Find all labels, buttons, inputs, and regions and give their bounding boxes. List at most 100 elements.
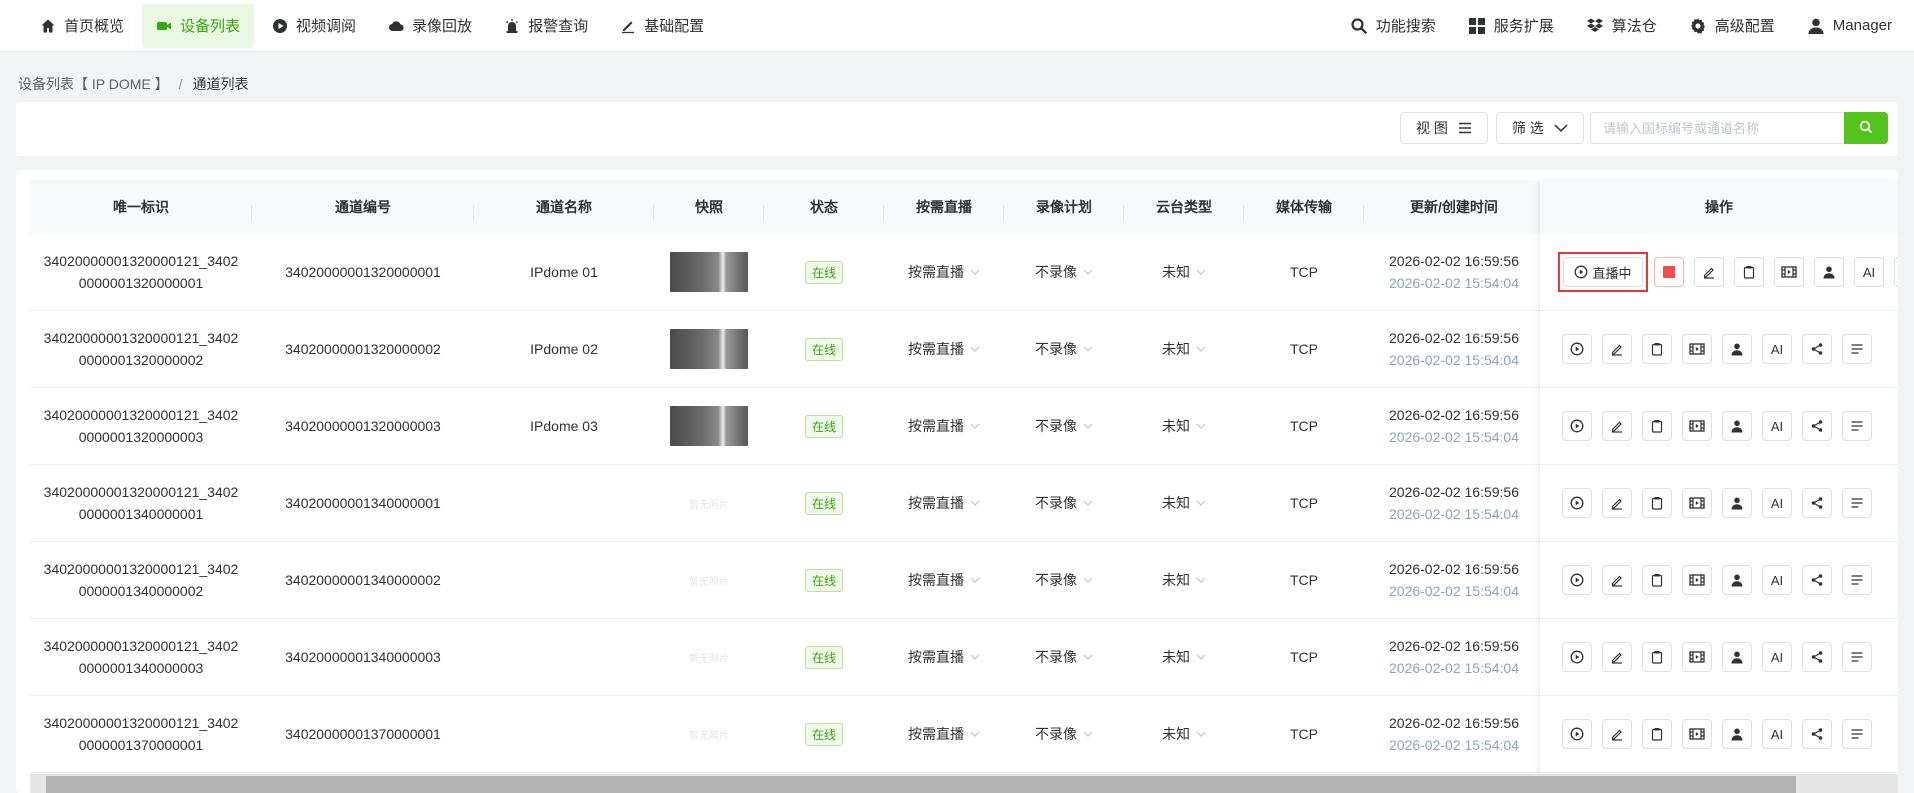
details-button[interactable]: [1642, 411, 1672, 441]
on-demand-live-select[interactable]: 按需直播: [908, 724, 980, 744]
search-input[interactable]: [1590, 112, 1844, 144]
ptz-type-select[interactable]: 未知: [1162, 416, 1206, 436]
details-button[interactable]: [1734, 257, 1764, 287]
ai-button[interactable]: AI: [1762, 565, 1792, 595]
share-button[interactable]: [1802, 334, 1832, 364]
list-button[interactable]: [1842, 642, 1872, 672]
on-demand-live-select[interactable]: 按需直播: [908, 416, 980, 436]
horizontal-scrollbar[interactable]: [30, 774, 1898, 793]
list-button[interactable]: [1842, 334, 1872, 364]
play-button[interactable]: [1562, 642, 1592, 672]
nav-item-2[interactable]: 视频调阅: [258, 4, 370, 48]
record-button[interactable]: [1682, 488, 1712, 518]
ptz-type-select[interactable]: 未知: [1162, 570, 1206, 590]
person-button[interactable]: [1722, 642, 1752, 672]
share-button[interactable]: [1802, 488, 1832, 518]
on-demand-live-select[interactable]: 按需直播: [908, 647, 980, 667]
utility-item-3[interactable]: 高级配置: [1673, 4, 1791, 48]
details-button[interactable]: [1642, 719, 1672, 749]
live-streaming-label: 直播中: [1592, 265, 1632, 281]
details-button[interactable]: [1642, 565, 1672, 595]
nav-item-5[interactable]: 基础配置: [606, 4, 718, 48]
live-streaming-button[interactable]: 直播中: [1563, 257, 1643, 287]
edit-button[interactable]: [1602, 411, 1632, 441]
person-button[interactable]: [1722, 411, 1752, 441]
edit-button[interactable]: [1602, 719, 1632, 749]
ptz-type-select[interactable]: 未知: [1162, 262, 1206, 282]
nav-item-1[interactable]: 设备列表: [142, 3, 255, 48]
person-button[interactable]: [1814, 257, 1844, 287]
share-button[interactable]: [1802, 411, 1832, 441]
ai-button[interactable]: AI: [1854, 257, 1884, 287]
ptz-type-select[interactable]: 未知: [1162, 647, 1206, 667]
record-button[interactable]: [1682, 411, 1712, 441]
search-button[interactable]: [1844, 112, 1888, 144]
snapshot-image[interactable]: [670, 406, 748, 446]
record-plan-select[interactable]: 不录像: [1035, 724, 1093, 744]
list-button[interactable]: [1842, 565, 1872, 595]
record-button[interactable]: [1682, 565, 1712, 595]
view-button[interactable]: 视 图: [1400, 112, 1488, 144]
share-button[interactable]: [1802, 642, 1832, 672]
breadcrumb-parent[interactable]: 设备列表【 IP DOME 】: [18, 74, 169, 94]
nav-item-0[interactable]: 首页概览: [26, 4, 138, 48]
person-button[interactable]: [1722, 488, 1752, 518]
record-button[interactable]: [1682, 642, 1712, 672]
record-button[interactable]: [1774, 257, 1804, 287]
person-button[interactable]: [1722, 719, 1752, 749]
on-demand-live-select[interactable]: 按需直播: [908, 262, 980, 282]
share-button[interactable]: [1802, 719, 1832, 749]
record-plan-select[interactable]: 不录像: [1035, 493, 1093, 513]
on-demand-live-select[interactable]: 按需直播: [908, 570, 980, 590]
on-demand-live-select[interactable]: 按需直播: [908, 339, 980, 359]
ai-button[interactable]: AI: [1762, 411, 1792, 441]
play-button[interactable]: [1562, 334, 1592, 364]
record-plan-select[interactable]: 不录像: [1035, 339, 1093, 359]
snapshot-image[interactable]: [670, 252, 748, 292]
utility-item-2[interactable]: 算法仓: [1570, 4, 1673, 48]
list-button[interactable]: [1842, 411, 1872, 441]
utility-item-0[interactable]: 功能搜索: [1334, 4, 1452, 48]
snapshot-image[interactable]: [670, 329, 748, 369]
person-button[interactable]: [1722, 565, 1752, 595]
ai-button[interactable]: AI: [1762, 334, 1792, 364]
utility-item-4[interactable]: Manager: [1791, 4, 1908, 48]
record-plan-select[interactable]: 不录像: [1035, 570, 1093, 590]
record-button[interactable]: [1682, 719, 1712, 749]
person-button[interactable]: [1722, 334, 1752, 364]
unique-id-line2: 0000001370000001: [78, 737, 204, 753]
ai-button[interactable]: AI: [1762, 719, 1792, 749]
utility-item-1[interactable]: 服务扩展: [1452, 4, 1570, 48]
details-button[interactable]: [1642, 642, 1672, 672]
nav-item-3[interactable]: 录像回放: [374, 4, 486, 48]
record-button[interactable]: [1682, 334, 1712, 364]
edit-button[interactable]: [1602, 488, 1632, 518]
on-demand-live-select[interactable]: 按需直播: [908, 493, 980, 513]
play-button[interactable]: [1562, 719, 1592, 749]
play-button[interactable]: [1562, 565, 1592, 595]
edit-button[interactable]: [1602, 565, 1632, 595]
ai-button[interactable]: AI: [1762, 488, 1792, 518]
scrollbar-thumb[interactable]: [46, 776, 1796, 793]
more-button-clipped[interactable]: [1894, 257, 1898, 287]
edit-button[interactable]: [1694, 257, 1724, 287]
play-button[interactable]: [1562, 411, 1592, 441]
share-button[interactable]: [1802, 565, 1832, 595]
details-button[interactable]: [1642, 488, 1672, 518]
edit-button[interactable]: [1602, 642, 1632, 672]
filter-button[interactable]: 筛 选: [1496, 112, 1584, 144]
list-button[interactable]: [1842, 719, 1872, 749]
ptz-type-select[interactable]: 未知: [1162, 493, 1206, 513]
play-button[interactable]: [1562, 488, 1592, 518]
details-button[interactable]: [1642, 334, 1672, 364]
record-plan-select[interactable]: 不录像: [1035, 416, 1093, 436]
record-plan-select[interactable]: 不录像: [1035, 262, 1093, 282]
ptz-type-select[interactable]: 未知: [1162, 339, 1206, 359]
list-button[interactable]: [1842, 488, 1872, 518]
ai-button[interactable]: AI: [1762, 642, 1792, 672]
stop-button[interactable]: [1654, 257, 1684, 287]
edit-button[interactable]: [1602, 334, 1632, 364]
record-plan-select[interactable]: 不录像: [1035, 647, 1093, 667]
nav-item-4[interactable]: 报警查询: [490, 4, 602, 48]
ptz-type-select[interactable]: 未知: [1162, 724, 1206, 744]
